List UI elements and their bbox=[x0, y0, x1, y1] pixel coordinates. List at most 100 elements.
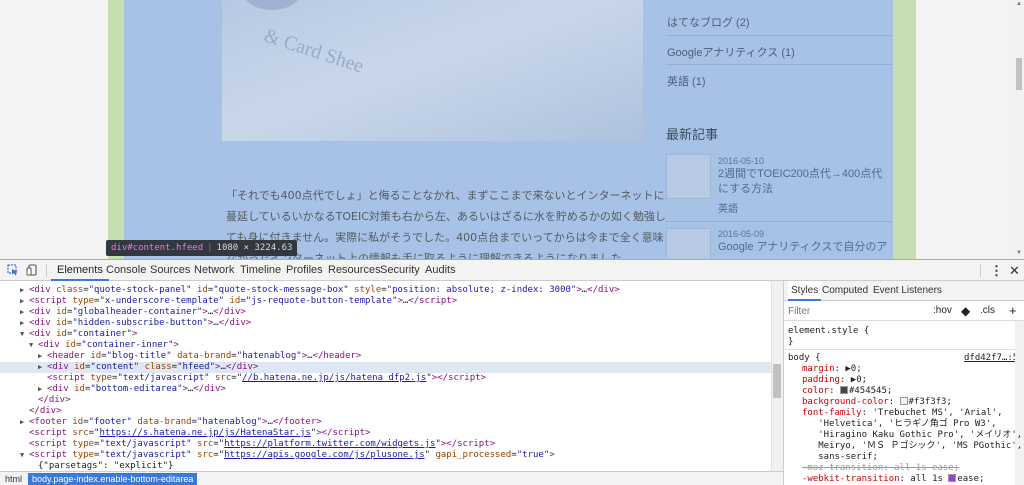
device-mode-icon[interactable] bbox=[26, 264, 38, 276]
tab-console[interactable]: Console bbox=[106, 260, 146, 281]
breadcrumb-item-html[interactable]: html bbox=[5, 472, 22, 485]
new-rule-icon[interactable]: + bbox=[1009, 301, 1017, 321]
category-link[interactable]: Googleアナリティクス (1) bbox=[667, 44, 795, 60]
dom-node-markup: <div id="container-inner"> bbox=[38, 340, 179, 350]
recent-posts-heading: 最新記事 bbox=[666, 127, 719, 142]
tab-network[interactable]: Network bbox=[194, 260, 234, 281]
expand-toggle-icon[interactable]: ▶ bbox=[20, 296, 29, 307]
dom-tree[interactable]: ▶ <div class="quote-stock-panel" id="quot… bbox=[0, 281, 783, 471]
css-property[interactable]: -webkit-transition: all 1s ease; bbox=[802, 474, 984, 485]
recent-post-thumbnail[interactable] bbox=[666, 154, 711, 199]
expand-toggle-icon[interactable]: ▶ bbox=[38, 362, 47, 373]
stylesheet-source-link[interactable]: dfd42f7…:5 bbox=[964, 353, 1018, 364]
dom-node[interactable]: ▶ <div id="globalheader-container">…</div… bbox=[0, 307, 771, 318]
css-property[interactable]: 'Helvetica', 'ヒラギノ角ゴ Pro W3', bbox=[802, 419, 996, 430]
styles-filter-input[interactable] bbox=[788, 304, 908, 318]
dom-node[interactable]: ▶ <header id="blog-title" data-brand="hat… bbox=[0, 351, 771, 362]
close-devtools-icon[interactable]: ✕ bbox=[1009, 260, 1020, 281]
dom-node[interactable]: ▼ <script type="text/javascript" src="htt… bbox=[0, 450, 771, 461]
page-scrollbar-thumb[interactable] bbox=[1016, 58, 1022, 90]
expand-toggle-icon[interactable]: ▶ bbox=[20, 307, 29, 318]
category-link[interactable]: はてなブログ (2) bbox=[667, 14, 750, 30]
breadcrumb-item-body[interactable]: body.page-index.enable-bottom-editarea bbox=[28, 473, 198, 485]
dom-node-markup: {"parsetags": "explicit"} bbox=[38, 461, 174, 471]
more-options-icon[interactable]: ⋮ bbox=[990, 260, 1003, 281]
css-property[interactable]: margin: ▶0; bbox=[802, 364, 862, 375]
rule-divider bbox=[784, 349, 1015, 350]
toolbar-divider bbox=[46, 264, 47, 277]
hero-image-lettering: & Card Shee bbox=[261, 24, 367, 78]
dom-node[interactable]: <script src="https://s.hatena.ne.jp/js/H… bbox=[0, 428, 771, 439]
recent-post-title[interactable]: 2週間でTOEIC200点代→400点代にする方法 bbox=[718, 167, 893, 197]
color-format-icon[interactable]: ◆ bbox=[961, 301, 970, 321]
expand-toggle-icon[interactable]: ▶ bbox=[38, 384, 47, 395]
dom-node-markup: <script type="x-underscore-template" id=… bbox=[29, 296, 458, 306]
tab-audits[interactable]: Audits bbox=[425, 260, 456, 281]
css-property[interactable]: color: #454545; bbox=[802, 386, 892, 397]
dom-node[interactable]: {"parsetags": "explicit"} bbox=[0, 461, 771, 471]
article-hero-image: & Card Shee bbox=[222, 0, 643, 141]
dom-node[interactable]: ▼ <div id="container"> bbox=[0, 329, 771, 340]
tooltip-dimensions: 1080 × 3224.63 bbox=[216, 243, 293, 253]
tab-resources[interactable]: Resources bbox=[328, 260, 381, 281]
expand-toggle-icon[interactable]: ▼ bbox=[20, 329, 29, 340]
recent-post-title[interactable]: Google アナリティクスで自分のア bbox=[718, 240, 893, 255]
divider bbox=[666, 35, 892, 36]
dom-node[interactable]: <script type="text/javascript" src="//b.… bbox=[0, 373, 771, 384]
tab-styles[interactable]: Styles bbox=[788, 281, 822, 301]
class-toggle[interactable]: .cls bbox=[980, 301, 995, 321]
tab-profiles[interactable]: Profiles bbox=[286, 260, 323, 281]
toolbar-divider bbox=[980, 264, 981, 277]
css-property[interactable]: Meiryo, 'ＭＳ Ｐゴシック', 'MS PGothic', bbox=[802, 441, 1022, 452]
css-property[interactable]: 'Hiragino Kaku Gothic Pro', 'メイリオ', bbox=[802, 430, 1022, 441]
recent-post-date: 2016-05-10 bbox=[718, 156, 765, 166]
recent-post-date: 2016-05-09 bbox=[718, 229, 765, 239]
dom-node-selected[interactable]: ▶ <div id="content" class="hfeed">…</div> bbox=[0, 362, 771, 373]
dom-node[interactable]: ▶ <script type="x-underscore-template" id… bbox=[0, 296, 771, 307]
dom-node[interactable]: <script type="text/javascript" src="http… bbox=[0, 439, 771, 450]
dom-node-markup: <div id="container"> bbox=[29, 329, 138, 339]
expand-toggle-icon[interactable]: ▶ bbox=[20, 285, 29, 296]
element-style-selector[interactable]: element.style { bbox=[788, 326, 869, 337]
inspect-element-icon[interactable] bbox=[7, 264, 19, 276]
expand-toggle-icon[interactable]: ▶ bbox=[20, 417, 29, 428]
page-scrollbar[interactable] bbox=[1014, 0, 1024, 259]
css-property[interactable]: background-color: #f3f3f3; bbox=[802, 397, 952, 408]
expand-toggle-icon[interactable]: ▶ bbox=[38, 351, 47, 362]
tab-elements[interactable]: Elements bbox=[51, 260, 109, 281]
dom-node[interactable]: </div> bbox=[0, 406, 771, 417]
dom-tree-scrollbar-thumb[interactable] bbox=[773, 364, 781, 398]
tab-computed[interactable]: Computed bbox=[822, 281, 868, 301]
dom-node[interactable]: ▶ <div id="bottom-editarea">…</div> bbox=[0, 384, 771, 395]
dom-node[interactable]: ▼ <div id="container-inner"> bbox=[0, 340, 771, 351]
expand-toggle-icon[interactable]: ▶ bbox=[20, 318, 29, 329]
hover-state-toggle[interactable]: :hov bbox=[933, 301, 952, 321]
expand-toggle-icon[interactable]: ▼ bbox=[20, 450, 29, 461]
css-property[interactable]: sans-serif; bbox=[802, 452, 878, 463]
styles-scrollbar[interactable] bbox=[1015, 321, 1024, 485]
tab-security[interactable]: Security bbox=[380, 260, 420, 281]
css-property[interactable]: padding: ▶0; bbox=[802, 375, 867, 386]
dom-node[interactable]: </div> bbox=[0, 395, 771, 406]
dom-node[interactable]: ▶ <footer id="footer" data-brand="hatenab… bbox=[0, 417, 771, 428]
styles-filter-row: :hov ◆ .cls + bbox=[784, 301, 1024, 321]
category-link[interactable]: 英語 (1) bbox=[667, 73, 706, 89]
divider bbox=[666, 64, 892, 65]
dom-node-markup: <div id="hidden-subscribe-button">…</div… bbox=[29, 318, 252, 328]
dom-node[interactable]: ▶ <div class="quote-stock-panel" id="quot… bbox=[0, 285, 771, 296]
expand-toggle-icon[interactable]: ▼ bbox=[29, 340, 38, 351]
scroll-down-arrow-icon[interactable]: ▼ bbox=[1016, 250, 1022, 256]
css-property[interactable]: -moz-transition: all 1s ease; bbox=[802, 463, 959, 474]
tab-sources[interactable]: Sources bbox=[150, 260, 190, 281]
tab-timeline[interactable]: Timeline bbox=[240, 260, 281, 281]
scroll-up-arrow-icon[interactable]: ▲ bbox=[1016, 1, 1022, 7]
body-rule-selector[interactable]: body { bbox=[788, 353, 821, 364]
article-line: 「それでも400点代でしょ」と侮ることなかれ、まずここまで来ないとインターネット… bbox=[226, 189, 665, 202]
tab-event-listeners[interactable]: Event Listeners bbox=[873, 281, 942, 301]
dom-node[interactable]: ▶ <div id="hidden-subscribe-button">…</di… bbox=[0, 318, 771, 329]
dom-node-markup: <script type="text/javascript" src="http… bbox=[29, 439, 496, 449]
dom-node-markup: <script src="https://s.hatena.ne.jp/js/H… bbox=[29, 428, 371, 438]
recent-post-tag[interactable]: 英語 bbox=[718, 200, 738, 215]
recent-post-thumbnail[interactable] bbox=[666, 228, 711, 259]
css-property[interactable]: font-family: 'Trebuchet MS', 'Arial', bbox=[802, 408, 1003, 419]
